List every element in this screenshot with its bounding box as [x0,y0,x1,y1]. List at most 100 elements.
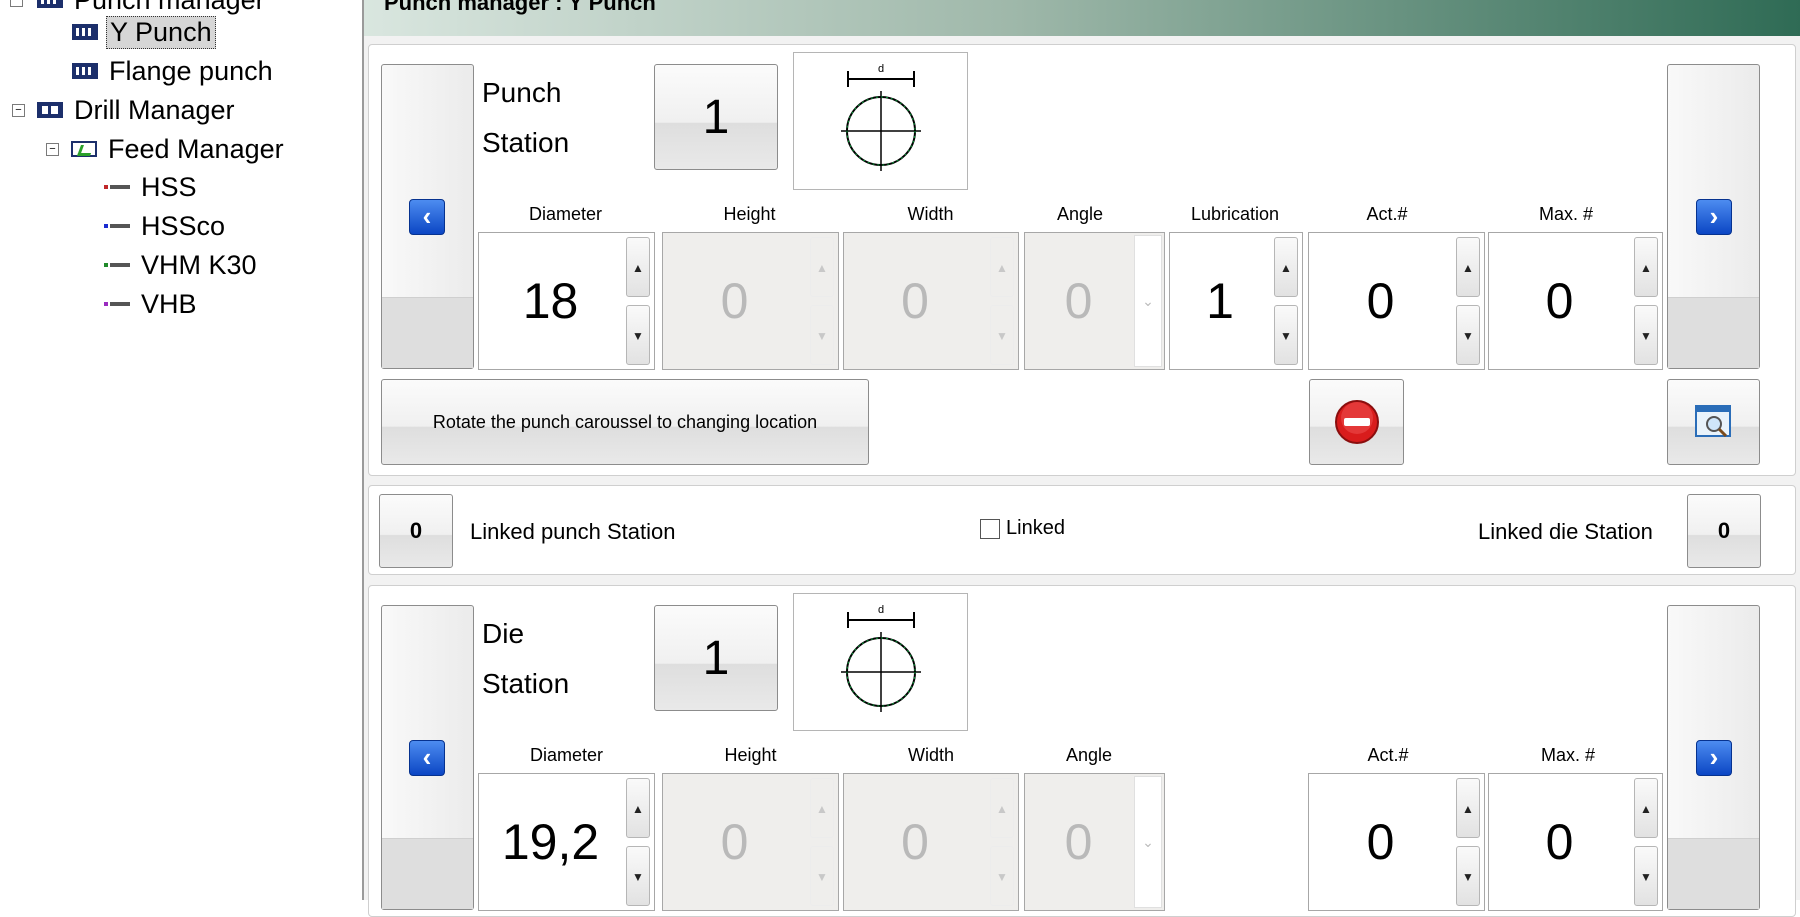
round-die-icon: d [841,604,921,712]
col-lubrication: Lubrication [1190,204,1280,224]
spin-up-icon[interactable]: ▲ [1634,237,1658,297]
spin-up-icon[interactable]: ▲ [626,778,650,838]
punch-angle-select: 0 ⌄ [1024,232,1165,370]
spin-up-icon[interactable]: ▲ [1634,778,1658,838]
tree-panel: − Punch manager Y Punch Flange punch − D… [0,0,364,900]
spin-up-icon: ▲ [990,778,1014,838]
spin-down-icon: ▼ [990,846,1014,906]
spin-down-icon[interactable]: ▼ [626,846,650,906]
punch-height-input: 0 ▲ ▼ [662,232,839,370]
page-title: Punch manager : Y Punch [384,0,656,15]
die-angle-select: 0 ⌄ [1024,773,1165,911]
spin-up-icon[interactable]: ▲ [626,237,650,297]
feed-icon [71,141,97,157]
spin-up-icon: ▲ [990,237,1014,297]
linked-die-station-label: Linked die Station [1478,519,1653,544]
tree-item-flange-punch[interactable]: Flange punch [72,53,276,89]
chevron-down-icon: ⌄ [1134,235,1162,367]
spin-down-icon: ▼ [990,305,1014,365]
stop-button[interactable] [1309,379,1404,465]
tool-icon [104,263,130,267]
tree-item-y-punch[interactable]: Y Punch [72,14,216,50]
die-height-input: 0 ▲ ▼ [662,773,839,911]
round-punch-icon: d [841,63,921,171]
tree-item-hssco[interactable]: HSSco [104,208,228,244]
spin-up-icon[interactable]: ▲ [1456,778,1480,838]
punch-act-input[interactable]: 0 ▲ ▼ [1308,232,1485,370]
rotate-carousel-button[interactable]: Rotate the punch caroussel to changing l… [381,379,869,465]
spin-down-icon: ▼ [810,305,834,365]
col-height: Height [723,204,776,224]
punch-diameter-input[interactable]: 18 ▲ ▼ [478,232,655,370]
punch-icon [72,63,98,79]
punch-station-number-button[interactable]: 1 [654,64,778,170]
tool-icon [104,185,130,189]
tree-item-hss[interactable]: HSS [104,169,200,205]
col-diameter: Diameter [528,204,603,224]
tool-icon [104,302,130,306]
punch-lubrication-input[interactable]: 1 ▲ ▼ [1169,232,1303,370]
spin-down-icon: ▼ [810,846,834,906]
col-width: Width [907,745,954,765]
tree-item-drill-manager[interactable]: − Drill Manager [12,92,238,128]
col-angle: Angle [1056,204,1104,224]
die-diameter-input[interactable]: 19,2 ▲ ▼ [478,773,655,911]
spin-down-icon[interactable]: ▼ [1274,305,1298,365]
spin-up-icon: ▲ [810,237,834,297]
punch-shape-diagram: d [793,52,968,190]
col-diameter: Diameter [529,745,604,765]
spin-down-icon[interactable]: ▼ [1634,305,1658,365]
spin-down-icon[interactable]: ▼ [1456,305,1480,365]
spin-up-icon[interactable]: ▲ [1456,237,1480,297]
linked-die-station-button[interactable]: 0 [1687,494,1761,568]
col-act: Act.# [1366,204,1408,224]
linked-checkbox-row[interactable]: Linked [980,517,1065,540]
spin-up-icon[interactable]: ▲ [1274,237,1298,297]
inspect-button[interactable] [1667,379,1760,465]
spin-down-icon[interactable]: ▼ [1634,846,1658,906]
chevron-down-icon: ⌄ [1134,776,1162,908]
linked-punch-station-label: Linked punch Station [470,519,676,544]
punch-icon [37,0,63,8]
col-act: Act.# [1367,745,1409,765]
chevron-left-icon: ‹ [409,740,445,776]
punch-width-input: 0 ▲ ▼ [843,232,1019,370]
chevron-left-icon: ‹ [409,199,445,235]
die-act-input[interactable]: 0 ▲ ▼ [1308,773,1485,911]
stop-icon [1334,400,1379,444]
die-station-label: Die Station [482,618,570,699]
tree-item-vhb[interactable]: VHB [104,286,200,322]
die-shape-diagram: d [793,593,968,731]
die-width-input: 0 ▲ ▼ [843,773,1019,911]
die-max-input[interactable]: 0 ▲ ▼ [1488,773,1663,911]
drill-icon [37,102,63,118]
linked-checkbox[interactable] [980,518,1000,539]
linked-punch-station-button[interactable]: 0 [379,494,453,568]
spin-down-icon[interactable]: ▼ [1456,846,1480,906]
col-angle: Angle [1065,745,1113,765]
col-max: Max. # [1540,745,1596,765]
col-max: Max. # [1538,204,1594,224]
col-height: Height [724,745,777,765]
collapse-icon[interactable]: − [46,142,59,156]
chevron-right-icon: › [1696,740,1732,776]
collapse-icon[interactable]: − [10,0,23,7]
punch-next-button[interactable]: › [1667,64,1760,369]
tree-item-vhm-k30[interactable]: VHM K30 [104,247,260,283]
header-bar: Punch manager : Y Punch [364,0,1800,36]
tool-icon [104,224,130,228]
chevron-right-icon: › [1696,199,1732,235]
die-prev-button[interactable]: ‹ [381,605,474,910]
svg-text:d: d [878,604,884,616]
svg-text:d: d [878,63,884,75]
col-width: Width [907,204,954,224]
collapse-icon[interactable]: − [12,103,25,117]
punch-prev-button[interactable]: ‹ [381,64,474,369]
die-station-number-button[interactable]: 1 [654,605,778,711]
spin-up-icon: ▲ [810,778,834,838]
punch-max-input[interactable]: 0 ▲ ▼ [1488,232,1663,370]
punch-icon [72,24,98,40]
tree-item-feed-manager[interactable]: − Feed Manager [46,131,287,167]
spin-down-icon[interactable]: ▼ [626,305,650,365]
die-next-button[interactable]: › [1667,605,1760,910]
